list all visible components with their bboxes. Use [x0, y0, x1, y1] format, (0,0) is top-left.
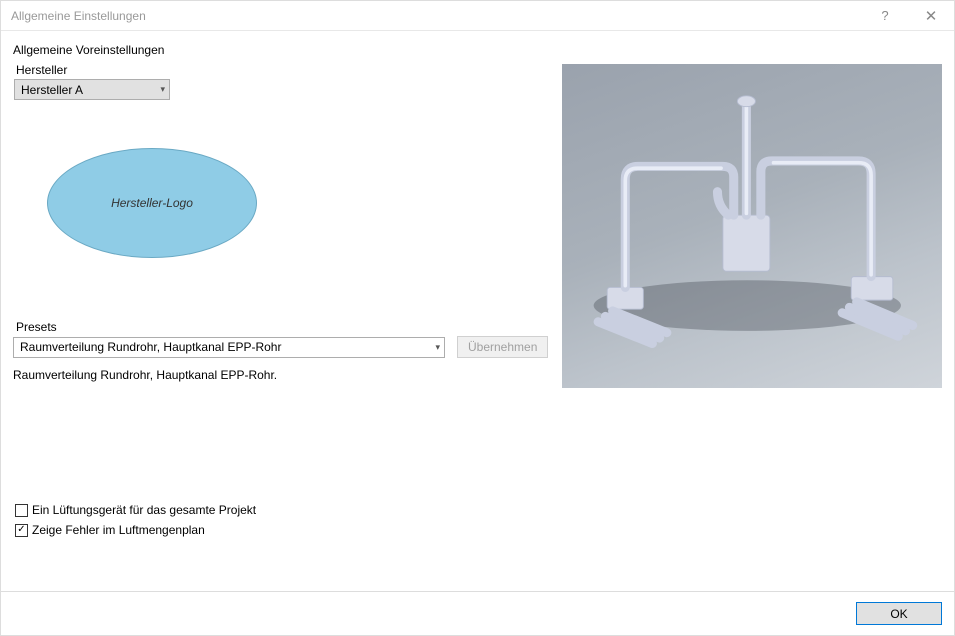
preset-description: Raumverteilung Rundrohr, Hauptkanal EPP-…: [13, 368, 548, 382]
chevron-down-icon: ▾: [435, 342, 440, 353]
preview-3d-render: [562, 64, 942, 388]
titlebar: Allgemeine Einstellungen ? ✕: [1, 1, 954, 31]
presets-label: Presets: [16, 320, 548, 334]
dialog-footer: OK: [1, 591, 954, 635]
help-button[interactable]: ?: [862, 1, 908, 30]
presets-value: Raumverteilung Rundrohr, Hauptkanal EPP-…: [20, 340, 281, 354]
right-column: [562, 61, 942, 388]
close-button[interactable]: ✕: [908, 1, 954, 30]
close-icon: ✕: [925, 7, 938, 25]
presets-row: Raumverteilung Rundrohr, Hauptkanal EPP-…: [13, 336, 548, 358]
hersteller-combobox[interactable]: Hersteller A ▾: [14, 79, 170, 100]
presets-block: Presets Raumverteilung Rundrohr, Hauptka…: [13, 320, 548, 382]
hersteller-logo-text: Hersteller-Logo: [111, 196, 193, 210]
check-show-errors-label: Zeige Fehler im Luftmengenplan: [32, 523, 205, 537]
dialog-content: Allgemeine Voreinstellungen Hersteller H…: [1, 31, 954, 591]
titlebar-buttons: ? ✕: [862, 1, 954, 30]
ok-label: OK: [890, 607, 907, 621]
hersteller-logo-box: Hersteller-Logo: [13, 106, 291, 300]
left-column: Hersteller Hersteller A ▾ Hersteller-Log…: [13, 61, 548, 388]
columns: Hersteller Hersteller A ▾ Hersteller-Log…: [13, 61, 942, 388]
checkbox-icon: [15, 504, 28, 517]
dialog-title: Allgemeine Einstellungen: [1, 9, 862, 23]
preview-svg: [562, 64, 942, 388]
section-title: Allgemeine Voreinstellungen: [13, 43, 942, 57]
dialog-general-settings: Allgemeine Einstellungen ? ✕ Allgemeine …: [0, 0, 955, 636]
apply-preset-label: Übernehmen: [468, 340, 537, 354]
apply-preset-button[interactable]: Übernehmen: [457, 336, 548, 358]
hersteller-logo-ellipse: Hersteller-Logo: [47, 148, 257, 258]
check-show-errors[interactable]: ✓ Zeige Fehler im Luftmengenplan: [15, 523, 256, 537]
checkbox-icon: ✓: [15, 524, 28, 537]
help-icon: ?: [881, 8, 888, 23]
presets-combobox[interactable]: Raumverteilung Rundrohr, Hauptkanal EPP-…: [13, 337, 445, 358]
check-one-unit-label: Ein Lüftungsgerät für das gesamte Projek…: [32, 503, 256, 517]
hersteller-value: Hersteller A: [21, 83, 83, 97]
check-one-ventilation-unit[interactable]: Ein Lüftungsgerät für das gesamte Projek…: [15, 503, 256, 517]
hersteller-label: Hersteller: [16, 63, 548, 77]
options-checkboxes: Ein Lüftungsgerät für das gesamte Projek…: [15, 497, 256, 537]
chevron-down-icon: ▾: [160, 84, 165, 95]
ok-button[interactable]: OK: [856, 602, 942, 625]
